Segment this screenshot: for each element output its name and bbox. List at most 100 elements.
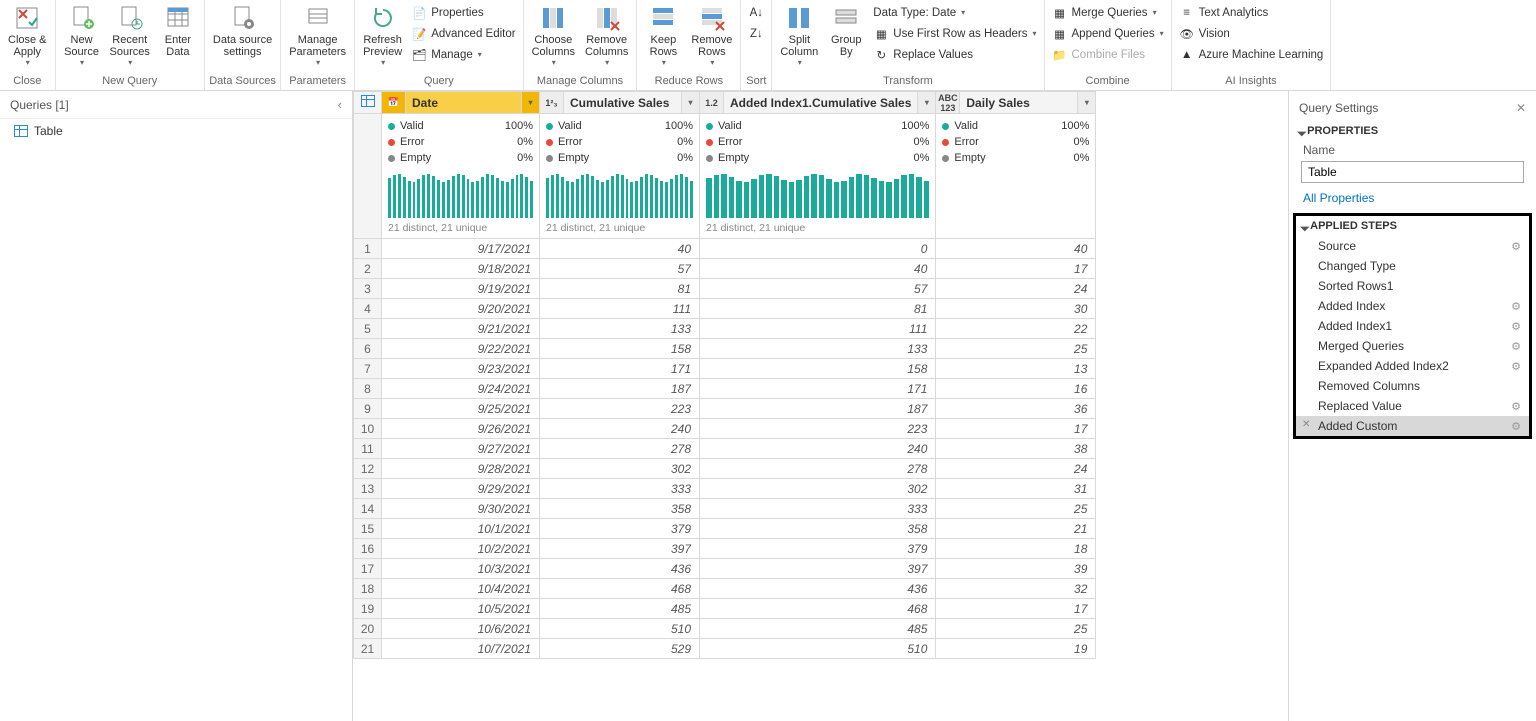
data-cell[interactable]: 9/18/2021 (382, 259, 540, 279)
row-number[interactable]: 10 (354, 419, 382, 439)
data-cell[interactable]: 25 (936, 339, 1096, 359)
data-cell[interactable]: 223 (540, 399, 700, 419)
table-row[interactable]: 119/27/202127824038 (354, 439, 1096, 459)
table-row[interactable]: 129/28/202130227824 (354, 459, 1096, 479)
data-cell[interactable]: 9/28/2021 (382, 459, 540, 479)
data-cell[interactable]: 0 (700, 239, 936, 259)
data-cell[interactable]: 278 (700, 459, 936, 479)
table-row[interactable]: 69/22/202115813325 (354, 339, 1096, 359)
data-cell[interactable]: 9/22/2021 (382, 339, 540, 359)
row-number[interactable]: 12 (354, 459, 382, 479)
filter-dropdown-icon[interactable]: ▾ (681, 92, 699, 113)
data-cell[interactable]: 22 (936, 319, 1096, 339)
data-cell[interactable]: 133 (540, 319, 700, 339)
table-row[interactable]: 1710/3/202143639739 (354, 559, 1096, 579)
row-number[interactable]: 14 (354, 499, 382, 519)
data-grid[interactable]: 📅Date▾1²₃Cumulative Sales▾1.2Added Index… (353, 91, 1096, 659)
column-header[interactable]: 1²₃Cumulative Sales▾ (540, 92, 700, 114)
data-cell[interactable]: 333 (540, 479, 700, 499)
row-number[interactable]: 4 (354, 299, 382, 319)
merge-queries-button[interactable]: ▦Merge Queries▾ (1049, 2, 1167, 23)
new-source-button[interactable]: NewSource▾ (60, 2, 104, 70)
data-cell[interactable]: 17 (936, 259, 1096, 279)
data-cell[interactable]: 240 (540, 419, 700, 439)
sort-asc-button[interactable]: A↓ (745, 2, 767, 23)
data-type-button[interactable]: Data Type: Date▾ (870, 2, 1039, 23)
data-cell[interactable]: 436 (540, 559, 700, 579)
data-cell[interactable]: 18 (936, 539, 1096, 559)
data-cell[interactable]: 10/2/2021 (382, 539, 540, 559)
data-cell[interactable]: 379 (700, 539, 936, 559)
data-cell[interactable]: 10/3/2021 (382, 559, 540, 579)
data-cell[interactable]: 468 (700, 599, 936, 619)
keep-rows-button[interactable]: KeepRows▾ (641, 2, 685, 70)
table-row[interactable]: 99/25/202122318736 (354, 399, 1096, 419)
manage-button[interactable]: 🗂Manage▾ (408, 44, 518, 65)
data-cell[interactable]: 111 (540, 299, 700, 319)
data-cell[interactable]: 510 (540, 619, 700, 639)
data-cell[interactable]: 10/6/2021 (382, 619, 540, 639)
table-row[interactable]: 59/21/202113311122 (354, 319, 1096, 339)
data-cell[interactable]: 21 (936, 519, 1096, 539)
data-cell[interactable]: 9/17/2021 (382, 239, 540, 259)
applied-step[interactable]: Expanded Added Index2⚙ (1296, 356, 1529, 376)
data-cell[interactable]: 510 (700, 639, 936, 659)
applied-step[interactable]: Added Index⚙ (1296, 296, 1529, 316)
type-icon[interactable]: 1.2 (700, 92, 724, 113)
group-by-button[interactable]: GroupBy (824, 2, 868, 70)
type-icon[interactable]: 1²₃ (540, 92, 564, 113)
table-row[interactable]: 49/20/20211118130 (354, 299, 1096, 319)
data-cell[interactable]: 9/24/2021 (382, 379, 540, 399)
data-cell[interactable]: 25 (936, 619, 1096, 639)
data-cell[interactable]: 133 (700, 339, 936, 359)
collapse-queries-icon[interactable]: ‹ (338, 97, 342, 112)
data-cell[interactable]: 10/5/2021 (382, 599, 540, 619)
gear-icon[interactable]: ⚙ (1511, 240, 1521, 253)
row-number[interactable]: 18 (354, 579, 382, 599)
data-cell[interactable]: 302 (700, 479, 936, 499)
close-settings-icon[interactable]: ✕ (1516, 101, 1526, 115)
sort-desc-button[interactable]: Z↓ (745, 23, 767, 44)
row-number[interactable]: 11 (354, 439, 382, 459)
data-cell[interactable]: 17 (936, 599, 1096, 619)
row-number[interactable]: 1 (354, 239, 382, 259)
data-cell[interactable]: 40 (540, 239, 700, 259)
data-cell[interactable]: 158 (540, 339, 700, 359)
applied-step[interactable]: Replaced Value⚙ (1296, 396, 1529, 416)
data-cell[interactable]: 9/20/2021 (382, 299, 540, 319)
data-cell[interactable]: 468 (540, 579, 700, 599)
data-cell[interactable]: 187 (540, 379, 700, 399)
data-cell[interactable]: 17 (936, 419, 1096, 439)
delete-step-icon[interactable]: ✕ (1302, 419, 1310, 430)
applied-step[interactable]: Merged Queries⚙ (1296, 336, 1529, 356)
gear-icon[interactable]: ⚙ (1511, 340, 1521, 353)
data-cell[interactable]: 57 (540, 259, 700, 279)
aml-button[interactable]: ▲Azure Machine Learning (1176, 44, 1327, 65)
applied-step[interactable]: ✕Added Custom⚙ (1296, 416, 1529, 436)
table-row[interactable]: 39/19/2021815724 (354, 279, 1096, 299)
recent-sources-button[interactable]: RecentSources▾ (106, 2, 154, 70)
data-cell[interactable]: 9/30/2021 (382, 499, 540, 519)
data-cell[interactable]: 485 (700, 619, 936, 639)
data-cell[interactable]: 485 (540, 599, 700, 619)
data-cell[interactable]: 10/7/2021 (382, 639, 540, 659)
table-row[interactable]: 89/24/202118717116 (354, 379, 1096, 399)
row-number[interactable]: 15 (354, 519, 382, 539)
table-row[interactable]: 1510/1/202137935821 (354, 519, 1096, 539)
data-cell[interactable]: 10/1/2021 (382, 519, 540, 539)
data-cell[interactable]: 171 (700, 379, 936, 399)
table-row[interactable]: 149/30/202135833325 (354, 499, 1096, 519)
query-name-input[interactable] (1301, 161, 1524, 183)
data-cell[interactable]: 436 (700, 579, 936, 599)
gear-icon[interactable]: ⚙ (1511, 300, 1521, 313)
data-cell[interactable]: 36 (936, 399, 1096, 419)
refresh-preview-button[interactable]: RefreshPreview▾ (359, 2, 406, 70)
corner-cell[interactable] (354, 92, 382, 114)
table-row[interactable]: 139/29/202133330231 (354, 479, 1096, 499)
properties-button[interactable]: 📄Properties (408, 2, 518, 23)
row-number[interactable]: 21 (354, 639, 382, 659)
remove-columns-button[interactable]: RemoveColumns▾ (581, 2, 632, 70)
applied-step[interactable]: Sorted Rows1 (1296, 276, 1529, 296)
row-number[interactable]: 5 (354, 319, 382, 339)
column-header[interactable]: 1.2Added Index1.Cumulative Sales▾ (700, 92, 936, 114)
